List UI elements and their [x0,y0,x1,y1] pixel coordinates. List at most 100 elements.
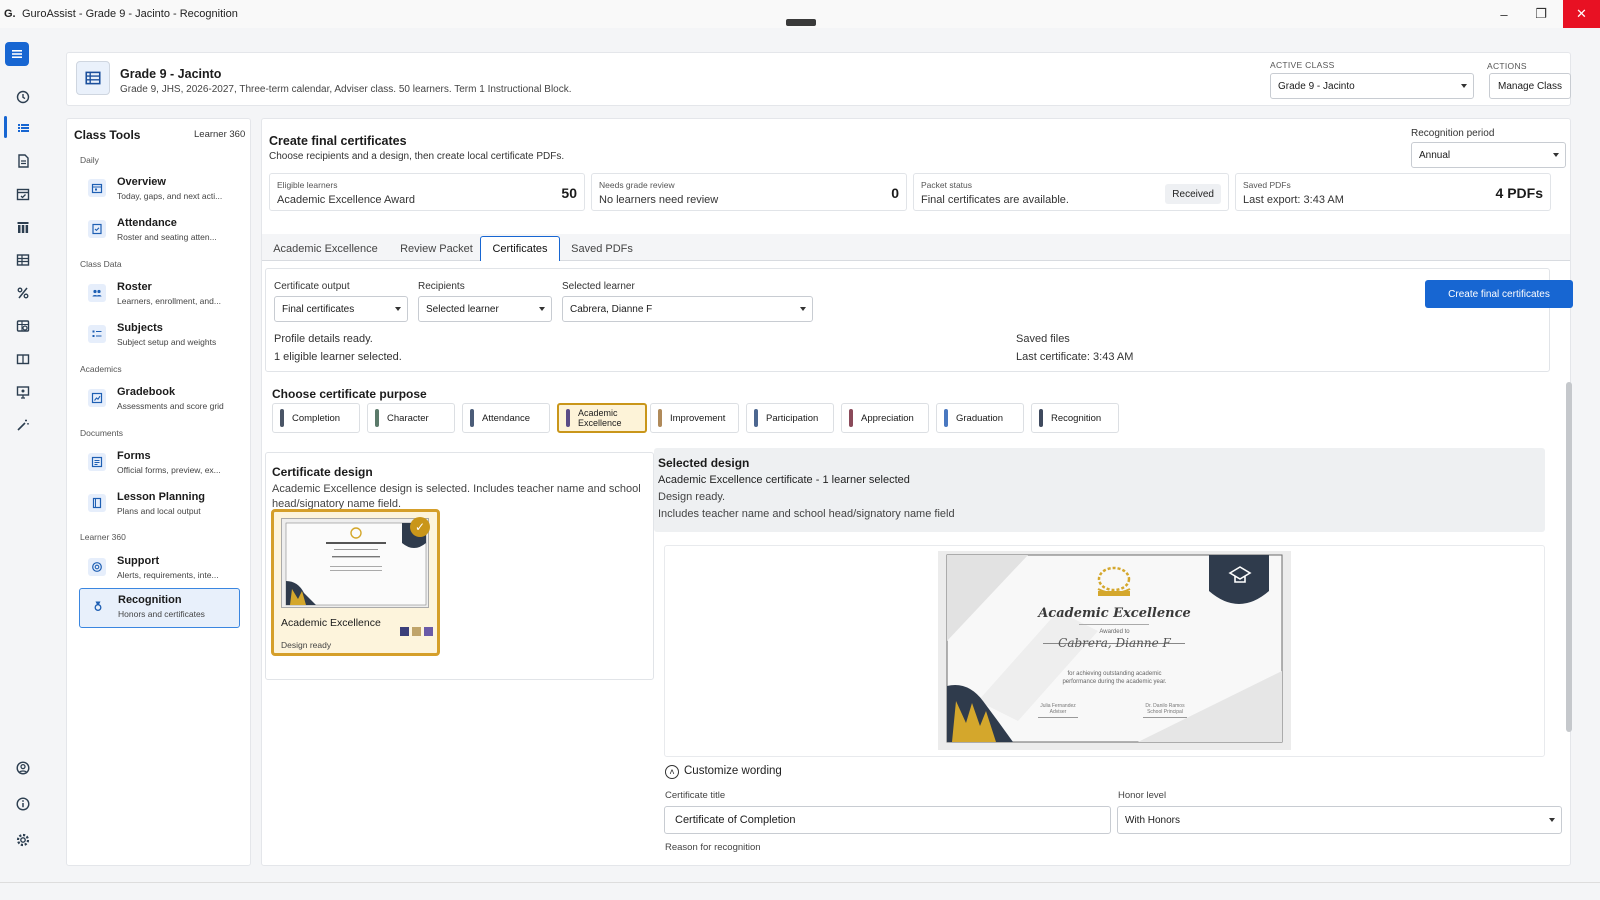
manage-class-button[interactable]: Manage Class [1489,73,1571,99]
class-tools-sidebar: Class Tools Learner 360 Daily Overview T… [66,118,251,866]
recipients-value: Selected learner [426,303,499,315]
sidebar-item-label: Lesson Planning [117,491,206,503]
account-icon[interactable] [12,757,34,779]
recognition-period-label: Recognition period [1411,128,1495,139]
customize-wording-toggle[interactable]: Customize wording [684,765,782,777]
book-open-icon[interactable] [12,348,34,370]
chevron-down-icon [1553,153,1559,157]
class-list-icon [76,61,110,95]
sidebar-item-label: Subjects [117,322,163,334]
sidebar-item-lesson-planning[interactable]: Lesson Planning Plans and local output [79,486,240,526]
tab-academic-excellence[interactable]: Academic Excellence [262,236,389,261]
learner-select[interactable]: Cabrera, Dianne F [562,296,813,322]
maximize-button[interactable]: ❐ [1522,0,1560,28]
table-icon[interactable] [12,249,34,271]
sidebar-item-attendance[interactable]: Attendance Roster and seating atten... [79,212,240,252]
create-final-certificates-button[interactable]: Create final certificates [1425,280,1573,308]
design-swatches [400,627,433,636]
report-icon[interactable] [12,315,34,337]
chip-color-bar [1039,409,1043,427]
certificate-output-select[interactable]: Final certificates [274,296,408,322]
minimize-button[interactable]: – [1485,0,1523,28]
honor-level-value: With Honors [1125,814,1181,826]
purpose-chip-completion[interactable]: Completion [272,403,360,433]
active-class-select[interactable]: Grade 9 - Jacinto [1270,73,1474,99]
chip-label: Academic Excellence [578,408,622,428]
window-title: GuroAssist - Grade 9 - Jacinto - Recogni… [22,8,238,20]
info-icon[interactable] [12,793,34,815]
document-icon[interactable] [12,150,34,172]
presentation-icon[interactable] [12,381,34,403]
sidebar-item-sub: Official forms, preview, ex... [117,465,221,475]
selected-design-title: Selected design [658,456,750,470]
chip-color-bar [566,409,570,427]
class-list-icon[interactable] [12,117,34,139]
sidebar-item-label: Gradebook [117,386,176,398]
honor-level-select[interactable]: With Honors [1117,806,1562,834]
tab-review-packet[interactable]: Review Packet [389,236,484,261]
sidebar-item-support[interactable]: Support Alerts, requirements, inte... [79,550,240,590]
sidebar-item-gradebook[interactable]: Gradebook Assessments and score grid [79,381,240,421]
chip-color-bar [849,409,853,427]
columns-icon[interactable] [12,216,34,238]
sidebar-item-sub: Roster and seating atten... [117,232,217,242]
sidebar-item-recognition[interactable]: Recognition Honors and certificates [79,588,240,628]
calendar-check-icon[interactable] [12,183,34,205]
drag-handle[interactable] [786,19,816,26]
design-thumbnail [281,518,429,608]
tab-bar: Academic Excellence Review Packet Certif… [262,234,1570,261]
purpose-chip-character[interactable]: Character [367,403,455,433]
purpose-chip-participation[interactable]: Participation [746,403,834,433]
sidebar-item-forms[interactable]: Forms Official forms, preview, ex... [79,445,240,485]
menu-icon[interactable] [5,42,29,66]
purpose-chip-improvement[interactable]: Improvement [650,403,739,433]
main-scrollbar[interactable] [1566,382,1572,732]
purpose-chip-attendance[interactable]: Attendance [462,403,550,433]
medal-icon [89,597,107,615]
selected-design-panel: Selected design Academic Excellence cert… [654,448,1545,532]
recipients-label: Recipients [418,281,465,292]
profile-ready-text: Profile details ready. [274,333,373,345]
stat-label: Eligible learners [277,180,338,190]
chevron-up-icon[interactable]: ˄ [665,765,679,779]
chip-color-bar [375,409,379,427]
certificate-graphic [938,551,1291,750]
class-subtitle: Grade 9, JHS, 2026-2027, Three-term cale… [120,84,572,95]
sidebar-item-label: Support [117,555,160,567]
magic-wand-icon[interactable] [12,414,34,436]
design-card-status: Design ready [281,640,332,650]
learner-360-link[interactable]: Learner 360 [194,129,245,140]
stat-label: Needs grade review [599,180,675,190]
sidebar-item-label: Overview [117,176,166,188]
book-icon [88,494,106,512]
chevron-down-icon [800,307,806,311]
tab-saved-pdfs[interactable]: Saved PDFs [560,236,644,261]
design-card-academic-excellence[interactable]: ✓ Academic Excellence Design ready [271,509,440,656]
rail-active-indicator [4,116,7,138]
stat-packet-status: Packet status Final certificates are ava… [913,173,1229,211]
selected-design-line3: Includes teacher name and school head/si… [658,508,955,520]
recipients-select[interactable]: Selected learner [418,296,552,322]
purpose-chip-academic-excellence[interactable]: Academic Excellence [557,403,647,433]
history-icon[interactable] [12,86,34,108]
purpose-chip-recognition[interactable]: Recognition [1031,403,1119,433]
chip-label: Character [387,412,429,424]
selected-check-icon: ✓ [410,517,430,537]
stat-number: 0 [891,185,899,201]
sidebar-item-subjects[interactable]: Subjects Subject setup and weights [79,317,240,357]
close-window-button[interactable]: ✕ [1563,0,1600,28]
learner-label: Selected learner [562,281,635,292]
sidebar-item-roster[interactable]: Roster Learners, enrollment, and... [79,276,240,316]
purpose-chip-graduation[interactable]: Graduation [936,403,1024,433]
tab-certificates[interactable]: Certificates [480,236,560,261]
people-icon [88,284,106,302]
sidebar-item-label: Roster [117,281,152,293]
certificate-title-label: Certificate title [665,790,726,801]
purpose-chip-appreciation[interactable]: Appreciation [841,403,929,433]
certificate-title-input[interactable]: Certificate of Completion [664,806,1111,834]
percent-icon[interactable] [12,282,34,304]
settings-icon[interactable] [12,829,34,851]
sidebar-item-overview[interactable]: Overview Today, gaps, and next acti... [79,171,240,211]
recognition-period-select[interactable]: Annual [1411,142,1566,168]
chevron-down-icon [539,307,545,311]
